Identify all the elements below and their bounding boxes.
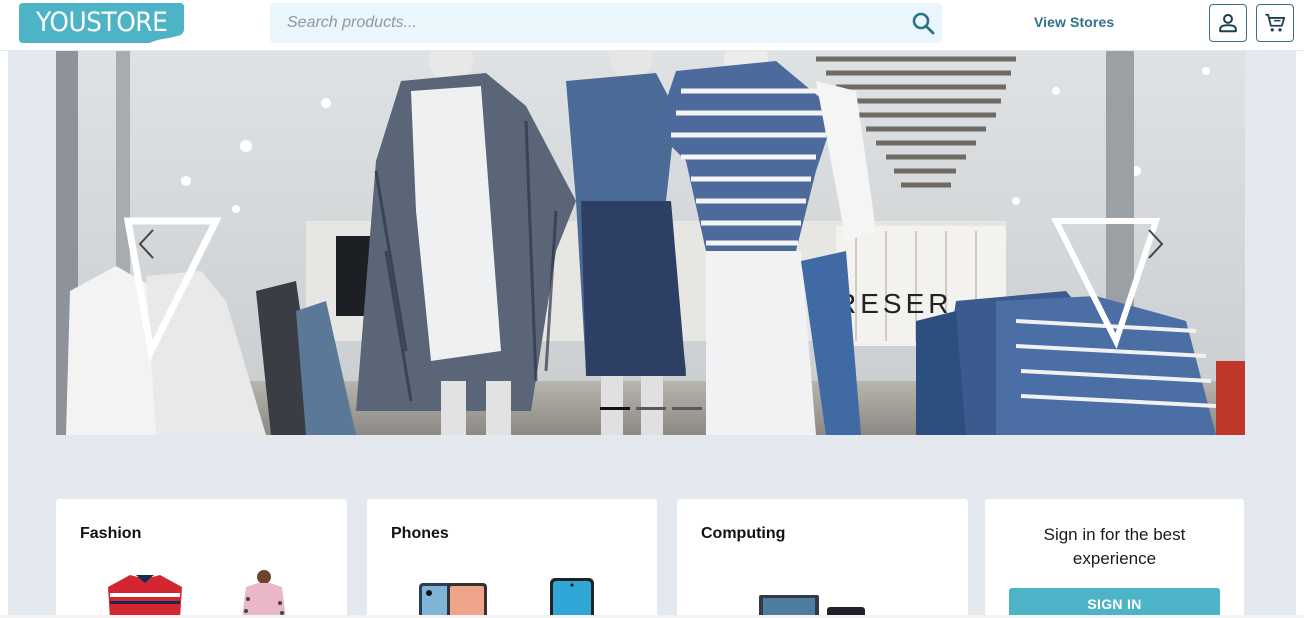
phones-smartphone-image [550, 578, 594, 618]
account-button[interactable] [1209, 4, 1247, 42]
cart-icon [1265, 13, 1286, 32]
signin-prompt-text: Sign in for the best experience [1043, 525, 1186, 568]
search-icon [912, 12, 935, 35]
carousel-dot-2[interactable] [636, 407, 666, 410]
category-card-computing[interactable]: Computing [677, 499, 968, 618]
category-title: Fashion [80, 525, 142, 542]
hero-carousel[interactable]: RESER [56, 51, 1245, 435]
category-card-phones[interactable]: Phones [367, 499, 657, 618]
banner-sign-text: RESER [836, 288, 952, 319]
search-bar [270, 3, 942, 43]
top-header: YOUSTORE View Stores [0, 0, 1304, 51]
sign-in-button[interactable]: SIGN IN [1009, 588, 1220, 618]
search-input[interactable] [270, 3, 890, 43]
account-icon [1219, 13, 1237, 33]
signin-card: Sign in for the best experience SIGN IN [985, 499, 1244, 618]
phones-handset-image [419, 583, 487, 618]
view-stores-link[interactable]: View Stores [1034, 14, 1114, 30]
category-card-fashion[interactable]: Fashion [56, 499, 347, 618]
search-button[interactable] [910, 10, 936, 36]
carousel-next-button[interactable] [1144, 227, 1166, 261]
carousel-indicators [600, 405, 710, 411]
category-title: Computing [701, 525, 786, 542]
fashion-polo-shirt-image [108, 575, 182, 618]
main-content: RESER Fashion Phones Computing Sign in f… [8, 51, 1296, 618]
category-title: Phones [391, 525, 449, 542]
cart-button[interactable] [1256, 4, 1294, 42]
fashion-blouse-image [242, 570, 286, 618]
logo-text: YOUSTORE [36, 7, 168, 38]
carousel-prev-button[interactable] [136, 227, 158, 261]
youstore-logo[interactable]: YOUSTORE [19, 3, 184, 43]
hero-banner-image: RESER [56, 51, 1245, 435]
carousel-dot-3[interactable] [672, 407, 702, 410]
chevron-left-icon [138, 229, 154, 259]
carousel-dot-1[interactable] [600, 407, 630, 410]
chevron-right-icon [1148, 229, 1164, 259]
